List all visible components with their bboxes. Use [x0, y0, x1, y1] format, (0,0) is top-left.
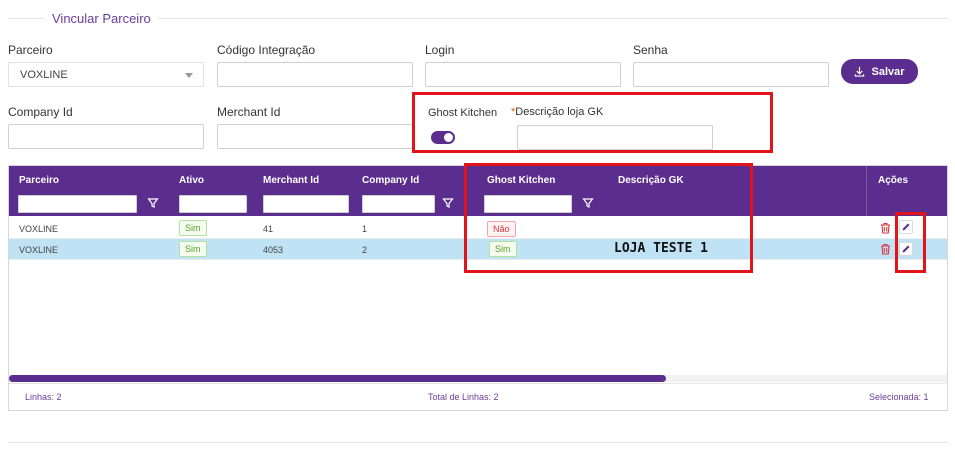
filter-merchant-input[interactable] — [263, 195, 349, 213]
legend-line — [8, 18, 44, 19]
section-title: Vincular Parceiro — [52, 11, 151, 26]
senha-input[interactable] — [633, 62, 829, 87]
chevron-down-icon — [185, 73, 193, 78]
save-button-label: Salvar — [871, 65, 905, 78]
descricao-label: *Descrição loja GK — [511, 106, 603, 118]
rows-count: Linhas: 2 — [25, 392, 62, 402]
delete-button[interactable] — [878, 221, 892, 235]
trash-icon — [880, 222, 890, 234]
senha-label: Senha — [633, 43, 668, 57]
cell-merchant: 41 — [263, 224, 274, 234]
merchant-label: Merchant Id — [217, 105, 281, 119]
parceiro-select[interactable]: VOXLINE — [8, 62, 204, 87]
ghost-kitchen-toggle[interactable] — [431, 131, 455, 144]
filter-company-input[interactable] — [362, 195, 435, 213]
cell-parceiro: VOXLINE — [19, 224, 59, 234]
filter-parceiro-input[interactable] — [18, 195, 137, 213]
filter-ativo-input[interactable] — [179, 195, 247, 213]
filter-icon[interactable] — [147, 197, 159, 209]
edit-column-highlight — [895, 212, 926, 273]
toggle-knob — [444, 133, 453, 142]
cell-merchant: 4053 — [263, 245, 284, 255]
grid-footer-divider — [9, 383, 947, 384]
descricao-label-text: Descrição loja GK — [515, 106, 604, 118]
column-header-merchant[interactable]: Merchant Id — [263, 175, 319, 186]
codigo-label: Código Integração — [217, 43, 316, 57]
column-header-acoes: Ações — [878, 175, 909, 186]
descricao-loja-gk-input[interactable] — [517, 125, 713, 150]
delete-button[interactable] — [878, 242, 892, 256]
parceiro-label: Parceiro — [8, 43, 53, 57]
ghost-columns-highlight — [464, 163, 753, 273]
cell-parceiro: VOXLINE — [19, 245, 59, 255]
cell-company: 2 — [362, 245, 368, 255]
legend-line — [158, 18, 948, 19]
status-badge-ativo: Sim — [179, 220, 207, 236]
login-label: Login — [425, 43, 455, 57]
login-input[interactable] — [425, 62, 621, 87]
merchant-id-input[interactable] — [217, 124, 413, 149]
ghost-kitchen-label: Ghost Kitchen — [428, 107, 498, 119]
selected-count: Selecionada: 1 — [869, 392, 929, 402]
scrollbar-thumb[interactable] — [9, 375, 666, 382]
filter-icon[interactable] — [442, 197, 454, 209]
save-button[interactable]: Salvar — [841, 59, 918, 84]
column-header-company[interactable]: Company Id — [362, 175, 419, 186]
company-id-input[interactable] — [8, 124, 204, 149]
download-icon — [855, 66, 865, 77]
bottom-divider — [8, 442, 948, 443]
total-rows: Total de Linhas: 2 — [428, 392, 499, 402]
column-header-ativo[interactable]: Ativo — [179, 175, 204, 186]
company-label: Company Id — [8, 105, 73, 119]
status-badge-ativo: Sim — [179, 241, 207, 257]
column-header-parceiro[interactable]: Parceiro — [19, 175, 59, 186]
parceiro-select-value: VOXLINE — [20, 69, 68, 81]
cell-company: 1 — [362, 224, 368, 234]
column-separator — [866, 166, 867, 216]
trash-icon — [880, 243, 890, 255]
codigo-integracao-input[interactable] — [217, 62, 413, 87]
